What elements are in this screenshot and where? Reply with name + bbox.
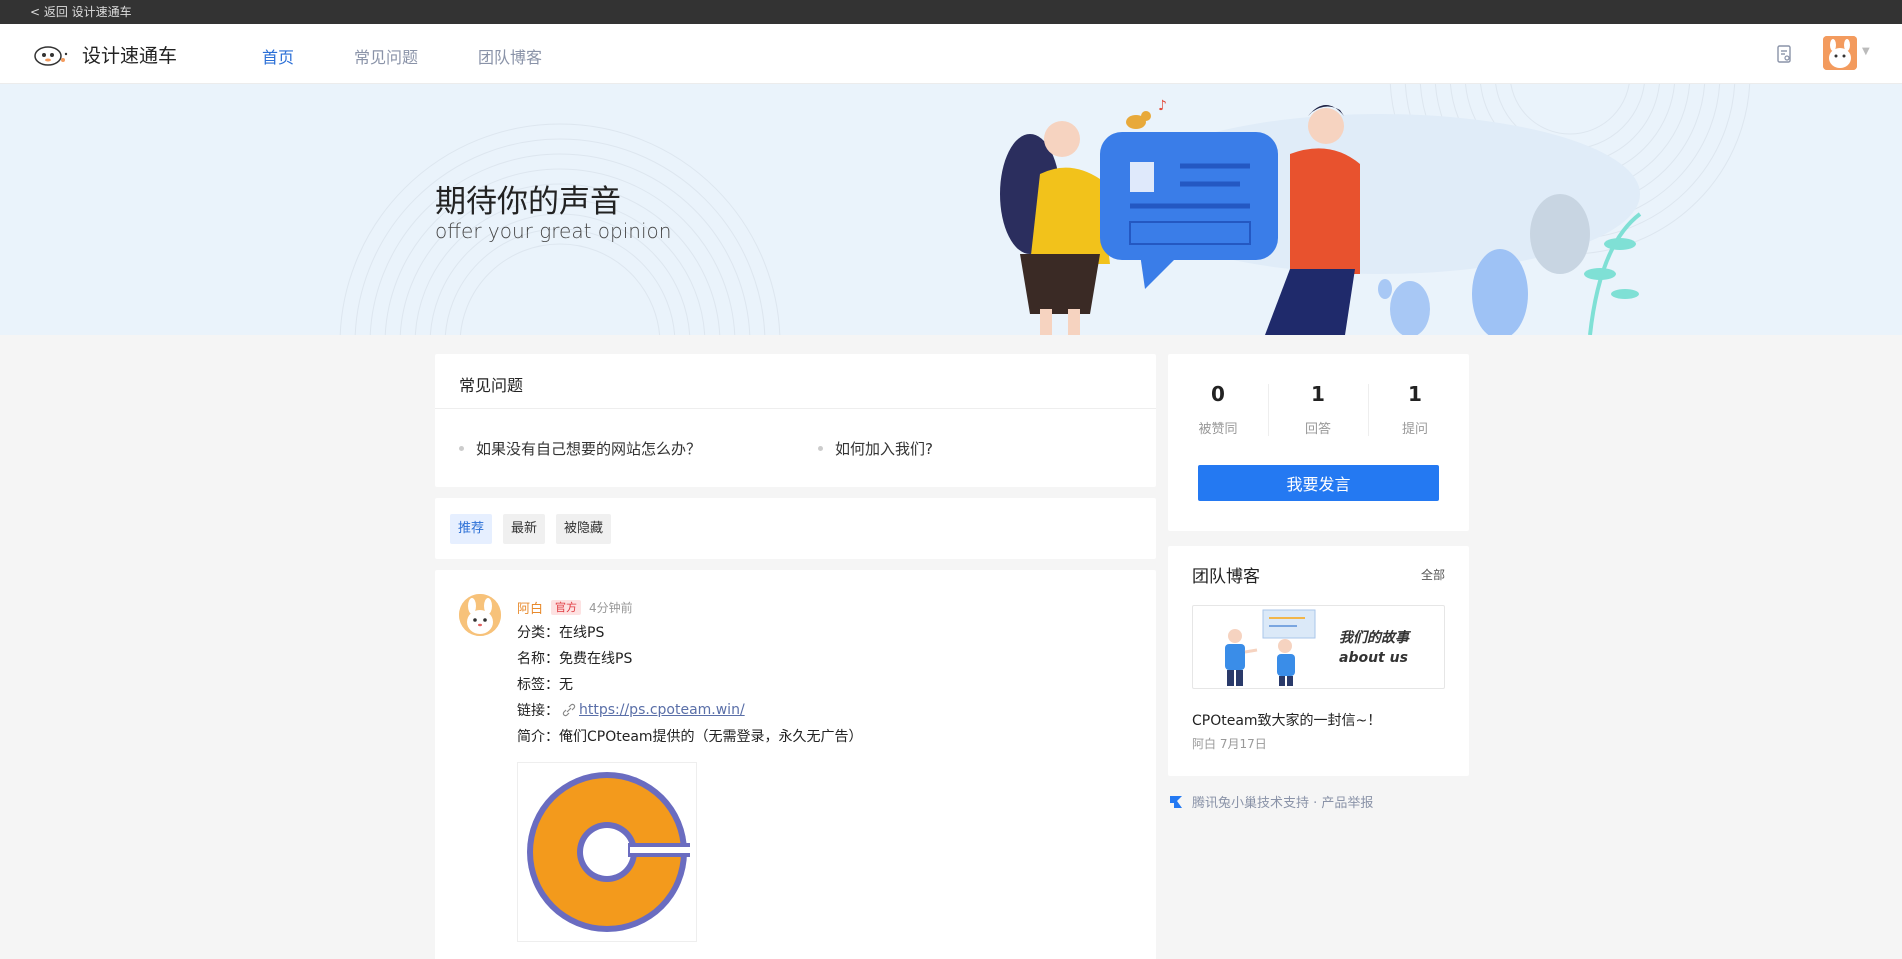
txc-logo-icon (1170, 795, 1182, 808)
post-tags: 标签：无 (517, 677, 573, 693)
faq-card: 常见问题 如果没有自己想要的网站怎么办？ 如何加入我们? (435, 354, 1156, 487)
faq-item[interactable]: 如何加入我们? (818, 438, 933, 459)
post-category: 分类：在线PS (517, 625, 605, 641)
post-link-prefix: 链接： (517, 703, 559, 719)
faq-item-label: 如何加入我们? (835, 440, 933, 458)
faq-item[interactable]: 如果没有自己想要的网站怎么办？ (459, 438, 701, 459)
tab-latest[interactable]: 最新 (503, 514, 546, 544)
stat-questions[interactable]: 1 提问 (1365, 382, 1465, 437)
nav-home[interactable]: 首页 (262, 44, 294, 68)
tab-recommended[interactable]: 推荐 (450, 514, 493, 544)
blog-thumb-line: 我们的故事 (1339, 630, 1409, 646)
blog-post-meta: 阿白 7月17日 (1192, 737, 1267, 751)
faq-title: 常见问题 (435, 354, 1156, 409)
post-link-line: 链接： https://ps.cpoteam.win/ (517, 700, 745, 720)
blog-illustration (1225, 609, 1316, 686)
hero-banner: ♪ 期待你的声音 offer your great opinion (0, 84, 1902, 335)
stat-label: 回答 (1304, 422, 1331, 437)
post-author[interactable]: 阿白 (517, 598, 543, 617)
post-name: 名称：免费在线PS (517, 651, 633, 667)
blog-thumb-line: about us (1339, 650, 1408, 666)
filter-tabs: 推荐 最新 被隐藏 (435, 498, 1156, 559)
blog-post-title[interactable]: CPOteam致大家的一封信~！ (1192, 710, 1381, 730)
user-avatar[interactable] (1823, 36, 1857, 70)
back-link[interactable]: < 返回 设计速通车 (0, 0, 1902, 24)
stat-liked[interactable]: 0 被赞同 (1168, 382, 1268, 437)
stat-answers[interactable]: 1 回答 (1268, 382, 1368, 437)
site-name: 设计速通车 (82, 44, 178, 67)
post-card: 阿白 官方 4分钟前 分类：在线PS 名称：免费在线PS 标签：无 链接： ht… (435, 570, 1156, 959)
document-icon[interactable] (1774, 44, 1794, 64)
banner-title: 期待你的声音 (435, 184, 621, 220)
banner-illustration: ♪ (339, 84, 1751, 335)
blog-thumb-text: 我们的故事 about us (1339, 628, 1409, 668)
team-blog-card: 团队博客 全部 我们的故事 about us CPOteam致大家的一封信~！ … (1168, 546, 1469, 776)
header-nav: 设计速通车 首页 常见问题 团队博客 ▼ (0, 24, 1902, 84)
official-badge: 官方 (551, 600, 582, 615)
blog-all-link[interactable]: 全部 (1421, 566, 1445, 583)
nav-blog[interactable]: 团队博客 (478, 44, 542, 68)
chevron-down-icon[interactable]: ▼ (1862, 46, 1870, 57)
post-link[interactable]: https://ps.cpoteam.win/ (579, 702, 745, 718)
link-icon (562, 703, 576, 717)
svg-text:♪: ♪ (1158, 98, 1167, 114)
user-stats-card: 0 被赞同 1 回答 1 提问 我要发言 (1168, 354, 1469, 531)
post-button[interactable]: 我要发言 (1198, 465, 1439, 501)
stat-label: 提问 (1401, 422, 1428, 437)
stat-value: 1 (1311, 382, 1325, 406)
logo-icon (34, 46, 68, 66)
bullet-icon (818, 446, 823, 451)
post-intro: 简介：俺们CPOteam提供的（无需登录，永久无广告） (517, 729, 863, 745)
blog-thumbnail[interactable]: 我们的故事 about us (1192, 605, 1445, 689)
post-image[interactable] (517, 762, 697, 942)
c-logo-icon (527, 772, 690, 932)
footer-label: 腾讯兔小巢技术支持 · 产品举报 (1192, 796, 1374, 811)
post-time: 4分钟前 (589, 601, 633, 615)
site-logo[interactable]: 设计速通车 (32, 40, 177, 68)
author-avatar[interactable] (459, 594, 501, 636)
post-meta: 阿白 官方 4分钟前 (517, 598, 633, 617)
faq-item-label: 如果没有自己想要的网站怎么办？ (476, 440, 702, 458)
bullet-icon (459, 446, 464, 451)
tab-hidden[interactable]: 被隐藏 (556, 514, 612, 544)
nav-faq[interactable]: 常见问题 (354, 44, 418, 68)
stat-value: 1 (1408, 382, 1422, 406)
blog-title: 团队博客 (1192, 567, 1260, 587)
stat-label: 被赞同 (1198, 422, 1238, 437)
banner-subtitle: offer your great opinion (435, 219, 672, 243)
stat-value: 0 (1211, 382, 1225, 406)
footer-support[interactable]: 腾讯兔小巢技术支持 · 产品举报 (1168, 792, 1373, 811)
